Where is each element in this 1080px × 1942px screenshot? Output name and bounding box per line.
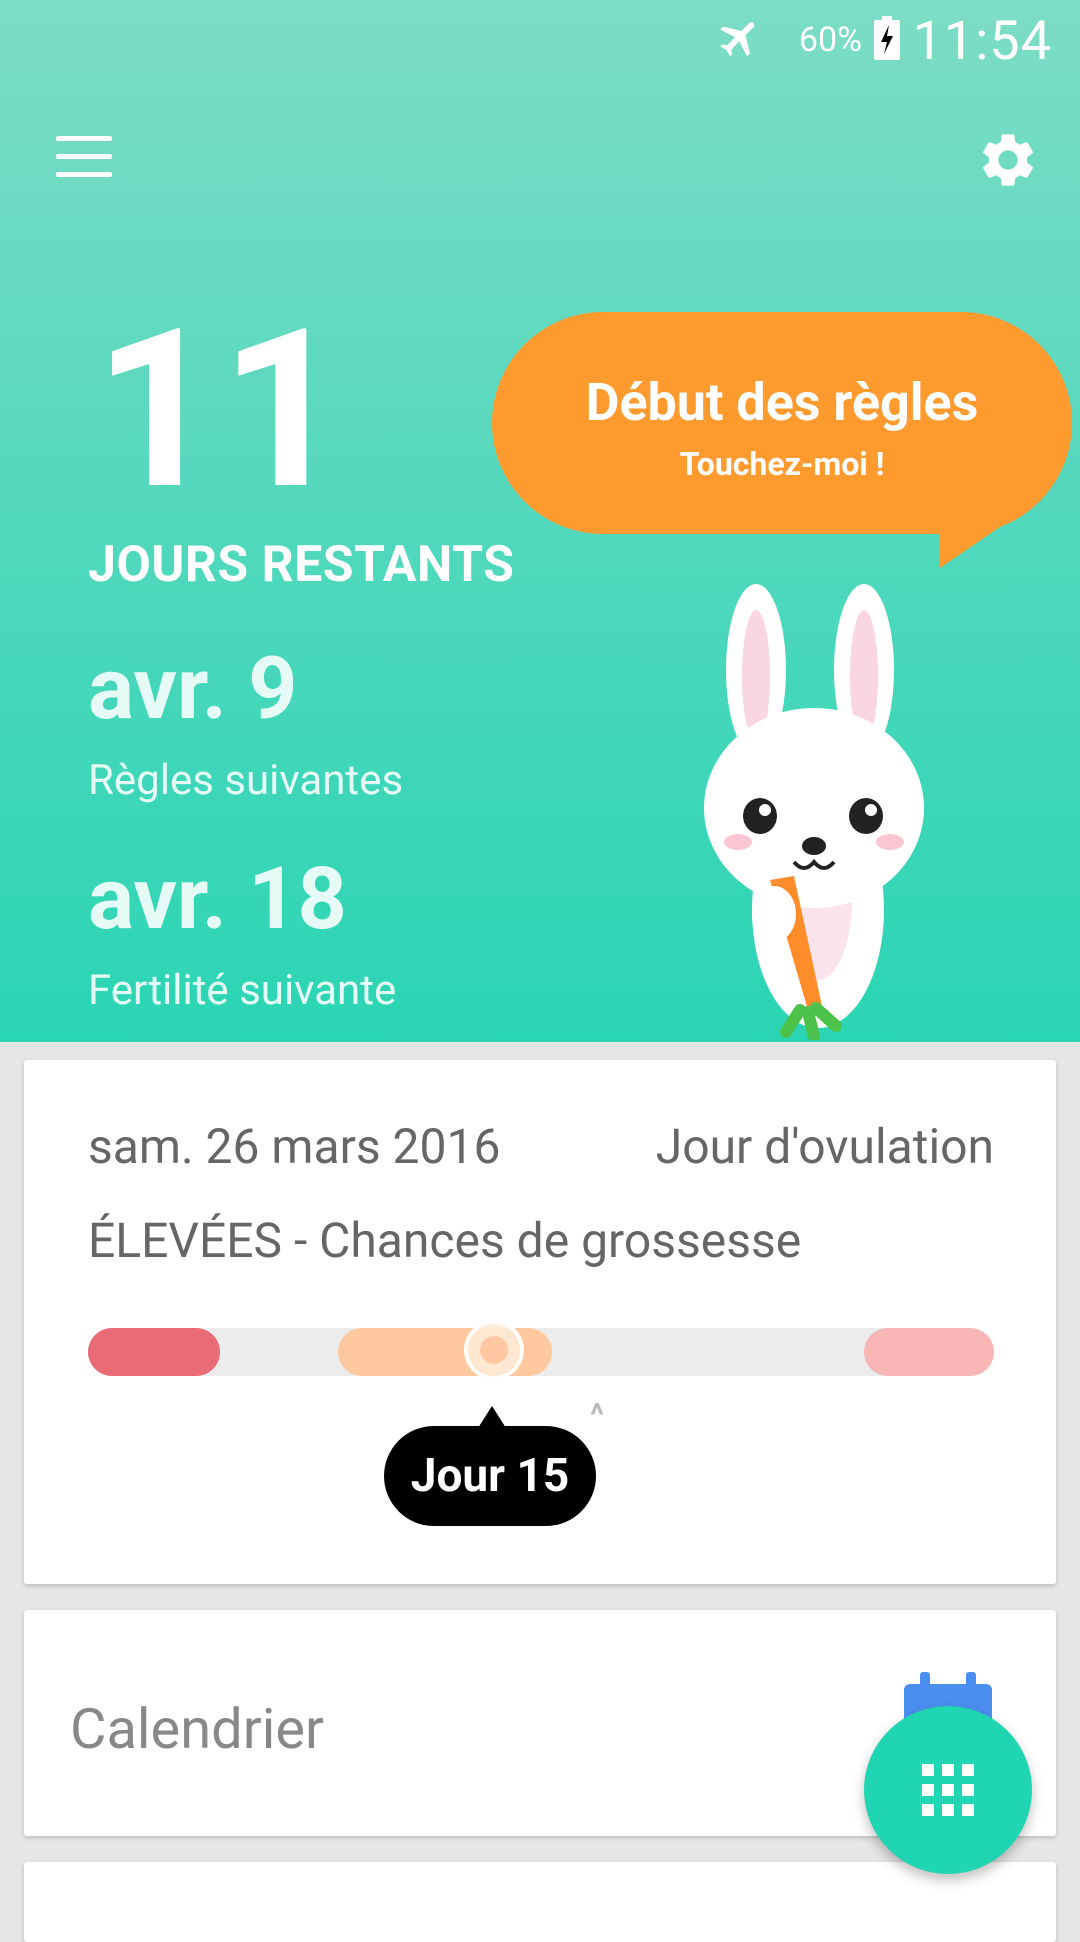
clock: 11:54 [912, 10, 1052, 73]
bubble-title: Début des règles [585, 372, 979, 433]
period-segment [88, 1328, 220, 1376]
battery-percentage: 60% [798, 20, 862, 60]
battery-charging-icon [874, 16, 900, 60]
predicted-period-segment [864, 1328, 994, 1376]
menu-icon[interactable] [56, 136, 112, 180]
period-start-bubble[interactable]: Début des règles Touchez-moi ! [492, 312, 1072, 534]
cycle-phase: Jour d'ovulation [655, 1118, 994, 1175]
grid-fab-button[interactable] [864, 1706, 1032, 1874]
days-remaining-label: JOURS RESTANTS [88, 536, 515, 594]
next-fertility-label: Fertilité suivante [88, 966, 397, 1015]
bubble-subtitle: Touchez-moi ! [679, 445, 885, 483]
current-day-indicator: Jour 15 [384, 1406, 596, 1526]
today-card[interactable]: sam. 26 mars 2016 Jour d'ovulation ÉLEVÉ… [24, 1060, 1056, 1584]
next-fertility-date: avr. 18 [88, 848, 347, 949]
bunny-mascot-icon[interactable] [690, 580, 950, 1040]
header-panel: 60% 11:54 11 JOURS RESTANTS avr. 9 Règle… [0, 0, 1080, 1042]
current-date: sam. 26 mars 2016 [88, 1118, 501, 1175]
next-period-label: Règles suivantes [88, 756, 404, 805]
status-bar: 60% 11:54 [0, 0, 1080, 80]
settings-gear-icon[interactable] [976, 128, 1040, 192]
ovulation-marker[interactable] [464, 1320, 524, 1380]
next-card[interactable] [24, 1862, 1056, 1942]
calendar-title: Calendrier [70, 1696, 324, 1762]
days-remaining-count: 11 [94, 281, 347, 539]
grid-icon [922, 1764, 974, 1816]
pregnancy-chance: ÉLEVÉES - Chances de grossesse [88, 1212, 802, 1269]
bubble-tail [940, 520, 1010, 568]
cycle-progress-bar[interactable] [88, 1320, 994, 1380]
airplane-icon [720, 22, 755, 57]
caret-up-icon: ^ [590, 1396, 605, 1434]
next-period-date: avr. 9 [88, 638, 298, 739]
